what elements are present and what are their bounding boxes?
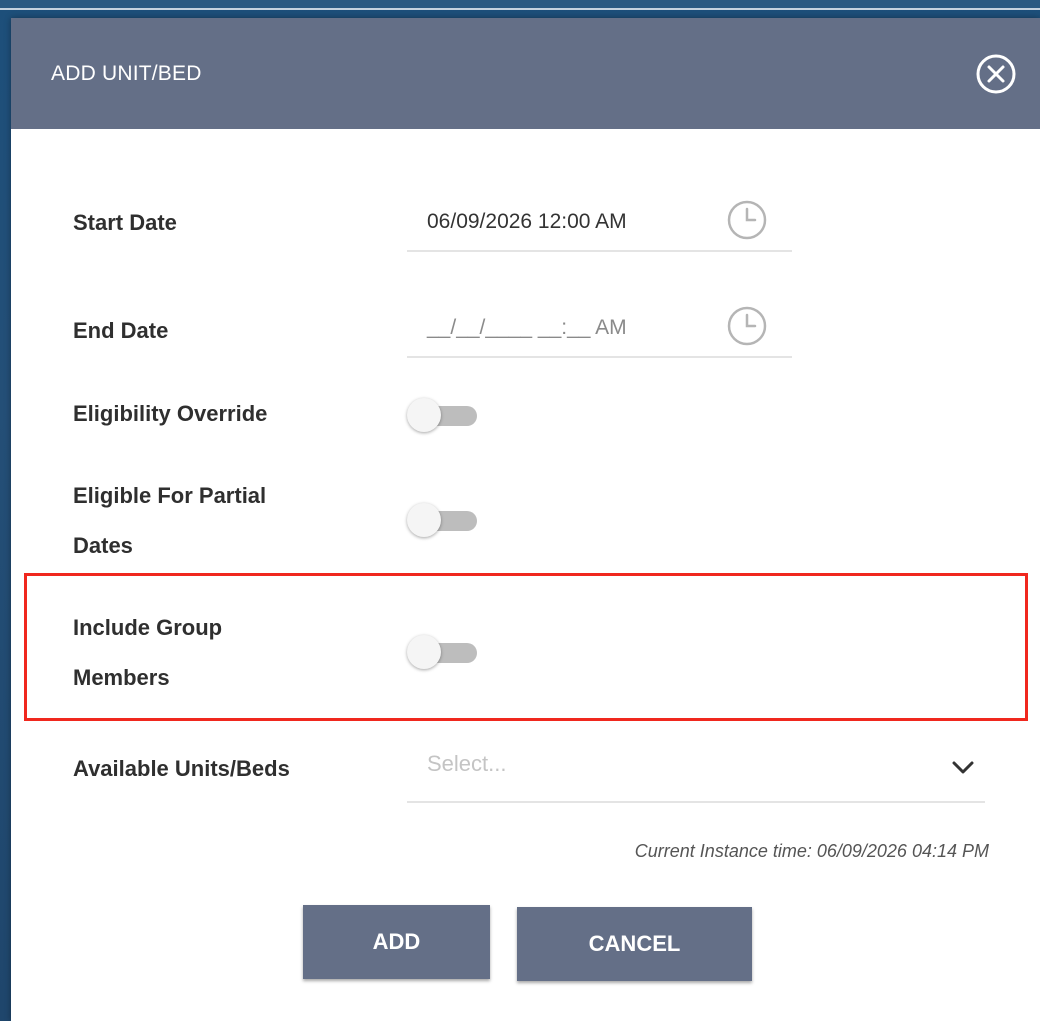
end-date-label: End Date xyxy=(73,318,169,343)
toggle-knob[interactable] xyxy=(407,635,441,669)
eligibility-override-label: Eligibility Override xyxy=(73,401,268,426)
app-backdrop-bar xyxy=(0,0,1040,10)
eligible-partial-dates-label-line1: Eligible For Partial xyxy=(73,483,267,508)
start-date-label: Start Date xyxy=(73,210,177,235)
include-group-members-label-line1: Include Group xyxy=(73,615,223,640)
toggle-knob[interactable] xyxy=(407,503,441,537)
start-date-field[interactable]: 06/09/2026 12:00 AM xyxy=(407,198,792,252)
dialog-title: ADD UNIT/BED xyxy=(51,62,202,85)
start-date-value[interactable]: 06/09/2026 12:00 AM xyxy=(427,210,627,234)
include-group-members-toggle[interactable] xyxy=(407,632,481,672)
toggle-knob[interactable] xyxy=(407,398,441,432)
chevron-down-icon[interactable] xyxy=(949,753,977,781)
end-date-value[interactable]: __/__/____ __:__ AM xyxy=(427,316,627,340)
cancel-button[interactable]: CANCEL xyxy=(517,907,752,981)
dialog-header: ADD UNIT/BED xyxy=(11,18,1040,129)
eligible-partial-dates-label-line2: Dates xyxy=(73,533,133,558)
include-group-members-label-line2: Members xyxy=(73,665,170,690)
available-units-label: Available Units/Beds xyxy=(73,756,290,781)
close-icon[interactable] xyxy=(975,53,1017,95)
instance-time-text: Current Instance time: 06/09/2026 04:14 … xyxy=(634,841,989,861)
clock-icon[interactable] xyxy=(725,304,769,348)
eligibility-override-toggle[interactable] xyxy=(407,395,481,435)
select-placeholder: Select... xyxy=(427,751,507,776)
clock-icon[interactable] xyxy=(725,198,769,242)
end-date-field[interactable]: __/__/____ __:__ AM xyxy=(407,304,792,358)
available-units-select[interactable]: Select... xyxy=(407,743,985,803)
eligible-partial-dates-toggle[interactable] xyxy=(407,500,481,540)
add-unit-bed-dialog: ADD UNIT/BED Start Date 06/09/2026 12:00… xyxy=(11,18,1040,1021)
add-button[interactable]: ADD xyxy=(303,905,490,979)
